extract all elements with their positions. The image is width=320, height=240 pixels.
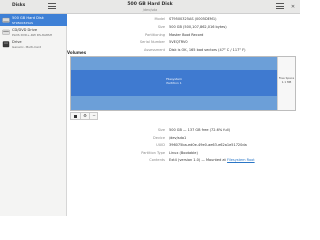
close-icon[interactable]: ✕	[289, 3, 297, 11]
filesystem-root-link[interactable]: Filesystem Root	[227, 158, 255, 162]
sidebar-item-label: 500 GB Hard Disk	[12, 15, 44, 20]
volume-info-partition-type: Partition Type Linux (Bootable)	[67, 151, 300, 158]
sidebar-item-label: Drive	[12, 39, 22, 44]
sidebar-item-drive[interactable]: Drive Generic- Multi-Card	[0, 38, 67, 50]
info-label: Partition Type	[141, 150, 165, 155]
header-bar: Disks 500 GB Hard Disk /dev/sda ✕	[0, 0, 300, 14]
sidebar-item-hard-disk[interactable]: 500 GB Hard Disk ST9500325AS	[0, 14, 67, 26]
info-value: Linux (Bootable)	[169, 150, 198, 155]
card-reader-icon	[2, 41, 10, 48]
sidebar-item-description: PLDS DVD+-RW DS-8A8SH	[12, 32, 53, 37]
info-label: UUID	[156, 143, 165, 147]
volume-details: Size 500 GB — 137 GB free (72.6% full) D…	[67, 14, 300, 216]
sidebar-item-label: CD/DVD Drive	[12, 27, 38, 32]
info-label: Contents	[149, 158, 165, 162]
info-value: /dev/sda1	[169, 135, 187, 140]
sidebar-item-description: Generic- Multi-Card	[12, 44, 42, 49]
drive-menu-icon[interactable]	[276, 3, 284, 11]
window-subtitle: /dev/sda	[142, 7, 158, 12]
contents-text: Ext4 (version 1.0) — Mounted at	[169, 158, 228, 162]
info-value: 396075ba-ed0e-49e0-ae63-e62a1e51720da	[169, 143, 247, 147]
sidebar: 500 GB Hard Disk ST9500325AS CD/DVD Driv…	[0, 14, 67, 216]
info-label: Size	[157, 128, 165, 132]
info-label: Device	[153, 135, 165, 140]
volume-info-uuid: UUID 396075ba-ed0e-49e0-ae63-e62a1e51720…	[67, 143, 300, 150]
hard-disk-icon	[2, 17, 10, 23]
sidebar-item-cd-dvd-drive[interactable]: CD/DVD Drive PLDS DVD+-RW DS-8A8SH	[0, 26, 67, 38]
info-value: 500 GB — 137 GB free (72.6% full)	[169, 128, 231, 132]
volume-info-device: Device /dev/sda1	[67, 136, 300, 143]
info-value: Ext4 (version 1.0) — Mounted at Filesyst…	[169, 158, 255, 162]
volume-info-size: Size 500 GB — 137 GB free (72.6% full)	[67, 128, 300, 135]
sidebar-item-description: ST9500325AS	[12, 20, 34, 25]
window-title: 500 GB Hard Disk	[127, 1, 173, 7]
volume-info-contents: Contents Ext4 (version 1.0) — Mounted at…	[67, 158, 300, 165]
optical-drive-icon	[2, 29, 10, 35]
